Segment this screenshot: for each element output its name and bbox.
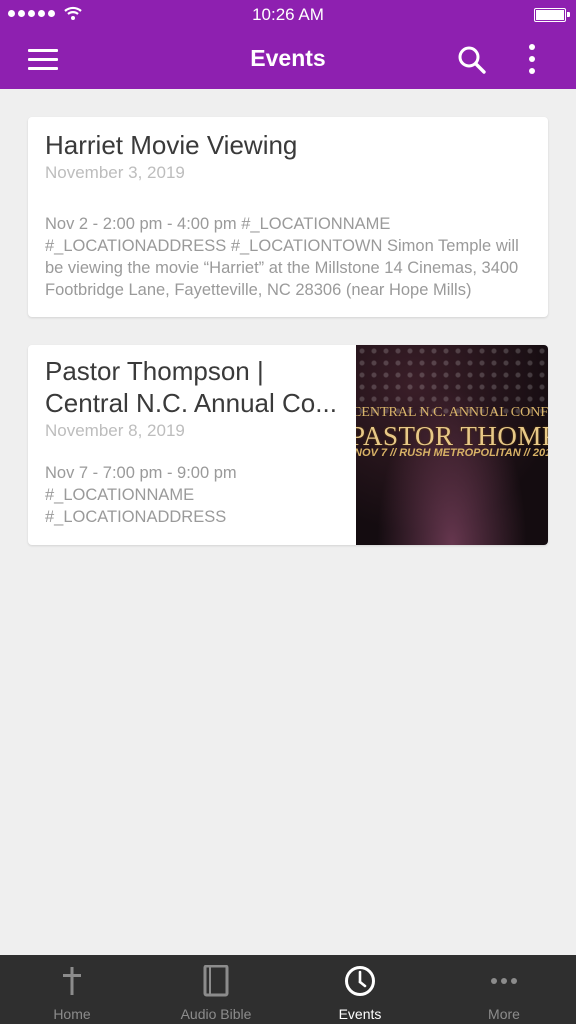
book-icon <box>203 965 229 997</box>
battery-tip <box>567 12 570 17</box>
cross-icon <box>63 967 81 995</box>
app-header: 10:26 AM Events <box>0 0 576 89</box>
page-title: Events <box>250 45 326 71</box>
tab-home[interactable]: Home <box>0 955 144 1024</box>
event-description: Nov 2 - 2:00 pm - 4:00 pm #_LOCATIONNAME… <box>45 215 519 299</box>
clock-icon <box>345 966 375 996</box>
status-time: 10:26 AM <box>252 5 324 24</box>
event-date: November 8, 2019 <box>45 421 185 440</box>
event-description: Nov 7 - 7:00 pm - 9:00 pm #_LOCATIONNAME… <box>45 464 237 526</box>
tab-label: Audio Bible <box>180 1006 252 1022</box>
event-date: November 3, 2019 <box>45 163 185 182</box>
event-title: Pastor Thompson | Central N.C. Annual Co… <box>45 356 337 418</box>
tab-label: Home <box>53 1006 91 1022</box>
overflow-menu-icon[interactable] <box>522 42 542 78</box>
tab-more[interactable]: More <box>432 955 576 1024</box>
tab-events[interactable]: Events <box>288 955 432 1024</box>
event-card[interactable]: Harriet Movie Viewing November 3, 2019 N… <box>28 117 548 317</box>
event-description-block: Nov 7 - 7:00 pm - 9:00 pm #_LOCATIONNAME… <box>45 462 345 528</box>
tab-bar: Home Audio Bible Events More <box>0 955 576 1024</box>
tab-label: More <box>488 1006 520 1022</box>
more-horizontal-icon <box>491 978 517 984</box>
event-title: Harriet Movie Viewing <box>45 130 298 160</box>
status-bar: 10:26 AM <box>0 0 576 30</box>
text-fade <box>486 279 526 301</box>
battery-icon <box>534 8 566 22</box>
text-fade <box>305 506 345 528</box>
tab-audio-bible[interactable]: Audio Bible <box>144 955 288 1024</box>
event-card[interactable]: Pastor Thompson | Central N.C. Annual Co… <box>28 345 548 545</box>
event-description-block: Nov 2 - 2:00 pm - 4:00 pm #_LOCATIONNAME… <box>45 213 526 301</box>
tab-label: Events <box>338 1006 382 1022</box>
image-text-conference: CENTRAL N.C. ANNUAL CONFERENCE <box>356 405 548 420</box>
search-icon[interactable] <box>456 44 488 76</box>
event-image: CENTRAL N.C. ANNUAL CONFERENCE PASTOR TH… <box>356 345 548 545</box>
image-text-date: NOV 7 // RUSH METROPOLITAN // 2019 <box>356 447 548 459</box>
